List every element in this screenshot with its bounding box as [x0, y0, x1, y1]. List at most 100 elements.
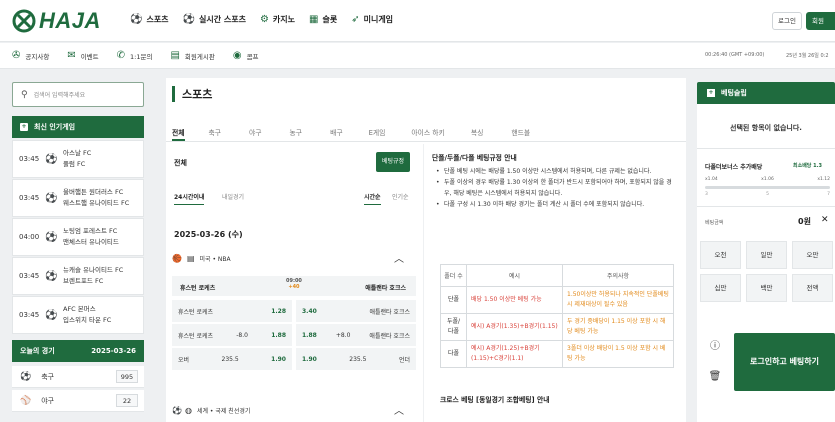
- today-sport-row[interactable]: ⚽ 축구 995: [12, 366, 144, 388]
- chip-1000000[interactable]: 백만: [746, 274, 787, 302]
- search-icon: ⚲: [21, 89, 28, 100]
- tab-icehockey[interactable]: 아이스 하키: [411, 120, 444, 141]
- rocket-icon: ➶: [351, 14, 360, 25]
- rule-item: 두폴 이상의 경우 배당률 1.30 이상의 한 폴더가 반드시 포함되어야 하…: [436, 177, 678, 199]
- odds-handicap-home[interactable]: 휴스턴 로케츠 -8.0 1.88: [172, 324, 292, 346]
- clock-date: 25년 3월 26일 0:2: [786, 53, 829, 59]
- sport-tabs: 전체 축구 야구 농구 배구 E게임 아이스 하키 복싱 핸드볼: [166, 120, 686, 142]
- join-button[interactable]: 회원: [806, 12, 835, 30]
- chip-50000[interactable]: 오만: [792, 241, 833, 269]
- league-label[interactable]: ⚽ ◍ 세계 • 국제 친선경기: [172, 406, 250, 415]
- popular-match[interactable]: 03:45 ⚽ 아스날 FC 풀럼 FC: [12, 140, 144, 178]
- popular-match[interactable]: 03:45 ⚽ 뉴캐슬 유나이티드 FC 브렌트포드 FC: [12, 257, 144, 295]
- page-title: 스포츠: [172, 86, 212, 102]
- odds-over[interactable]: 오버 235.5 1.90: [172, 348, 292, 370]
- chevron-up-icon[interactable]: ︿: [394, 402, 404, 417]
- main-nav: ⚽ 스포츠 ⚽ 실시간 스포츠 ⚙ 카지노 ▦ 슬롯 ➶ 미니게임: [130, 14, 407, 25]
- top-bar: HAJA ⚽ 스포츠 ⚽ 실시간 스포츠 ⚙ 카지노 ▦ 슬롯 ➶ 미니게임 로그인 회원: [0, 0, 835, 42]
- filter-time[interactable]: 시간순: [364, 192, 381, 205]
- today-header: 오늘의 경기 2025-03-26: [12, 340, 144, 362]
- soccer-ball-icon: ⚽: [172, 406, 182, 415]
- left-sidebar: ⚲ 검색어 입력해주세요 + 최신 인기게임 03:45 ⚽ 아스날 FC 풀럼 …: [8, 78, 148, 422]
- info-icon[interactable]: ⓘ: [700, 337, 730, 357]
- bonus-slider[interactable]: [705, 186, 830, 189]
- odds-row: 휴스턴 로케츠 -8.0 1.88 1.88 +8.0 애틀랜타 호크스: [172, 324, 416, 346]
- sub-event[interactable]: ✉ 이벤트: [67, 50, 98, 61]
- divider: [697, 206, 835, 207]
- chip-5000[interactable]: 오천: [700, 241, 741, 269]
- bet-slip-body: 선택된 항목이 없습니다. 다폴더보너스 추가배당 최소배당 1.3 x1.04…: [697, 104, 835, 422]
- main-panel: 스포츠 전체 축구 야구 농구 배구 E게임 아이스 하키 복싱 핸드볼 전체 …: [166, 78, 686, 422]
- odds-handicap-away[interactable]: 1.88 +8.0 애틀랜타 호크스: [296, 324, 416, 346]
- tab-volleyball[interactable]: 배구: [330, 120, 343, 141]
- soccer-ball-icon: ⚽: [45, 309, 58, 321]
- odds-row: 휴스턴 로케츠 1.28 3.40 애틀랜타 호크스: [172, 300, 416, 322]
- login-button[interactable]: 로그인: [772, 12, 802, 30]
- search-input[interactable]: ⚲ 검색어 입력해주세요: [12, 82, 144, 107]
- odds-row: 오버 235.5 1.90 1.90 235.5 언더: [172, 348, 416, 370]
- chevron-up-icon[interactable]: ︿: [394, 250, 404, 265]
- popular-match[interactable]: 03:45 ⚽ AFC 본머스 입스위치 타운 FC: [12, 296, 144, 334]
- rules-list: 단폴 베팅 시에는 배당률 1.50 이상만 시스템에서 허용되며, 다른 규제…: [436, 166, 678, 210]
- nav-casino[interactable]: ⚙ 카지노: [260, 14, 295, 25]
- table-row: 다폴 예시) A경기(1.25)+B경기(1.15)+C경기(1.1) 3폴더 …: [440, 340, 674, 368]
- tab-soccer[interactable]: 축구: [209, 120, 222, 141]
- close-icon[interactable]: ✕: [821, 215, 829, 225]
- nav-minigame[interactable]: ➶ 미니게임: [351, 14, 393, 25]
- filter-popular[interactable]: 인기순: [392, 192, 409, 201]
- popular-match[interactable]: 03:45 ⚽ 울버햄튼 원더러스 FC 웨스트햄 유나이티드 FC: [12, 179, 144, 217]
- rule-item: 다폴 구성 시 1.30 이하 배당 경기는 폴더 계산 시 폴더 수에 포함되…: [436, 199, 678, 210]
- nav-slot[interactable]: ▦ 슬롯: [309, 14, 337, 25]
- trash-icon[interactable]: 🗑: [700, 367, 730, 387]
- bet-rule-button[interactable]: 베팅규정: [376, 152, 410, 172]
- league-label[interactable]: 🏀 ▤ 미국 • NBA: [172, 254, 231, 263]
- odds-home[interactable]: 휴스턴 로케츠 1.28: [172, 300, 292, 322]
- nav-sports[interactable]: ⚽ 스포츠: [130, 14, 169, 25]
- coin-icon: ◉: [232, 50, 242, 61]
- tab-egame[interactable]: E게임: [369, 120, 386, 141]
- soccer-ball-icon: ⚽: [45, 153, 58, 165]
- logo-text: HAJA: [39, 8, 101, 33]
- bonus-values: x1.04 x1.06 x1.12: [705, 177, 830, 182]
- tab-basketball[interactable]: 농구: [290, 120, 303, 141]
- tab-baseball[interactable]: 야구: [249, 120, 262, 141]
- today-sport-row[interactable]: ⚾ 야구 22: [12, 390, 144, 412]
- sub-inquiry[interactable]: ✆ 1:1문의: [117, 50, 153, 61]
- filter-tomorrow[interactable]: 내일경기: [222, 192, 244, 201]
- soccer-ball-icon: ⚽: [20, 371, 32, 382]
- nav-live-sports[interactable]: ⚽ 실시간 스포츠: [183, 14, 246, 25]
- soccer-ball-icon: ⚽: [45, 192, 58, 204]
- plus-icon: +: [20, 123, 28, 131]
- rules-title: 단폴/두폴/다폴 베팅규정 안내: [432, 154, 517, 162]
- chip-all[interactable]: 전액: [792, 274, 833, 302]
- board-icon: ▤: [170, 50, 180, 61]
- slot-icon: ▦: [309, 14, 319, 25]
- amount-label: 베팅금액: [705, 220, 724, 226]
- bonus-min: 최소배당 1.3: [793, 163, 822, 169]
- chat-icon: ✆: [116, 50, 126, 61]
- sub-board[interactable]: ▤ 회원게시판: [170, 50, 214, 61]
- filter-24h[interactable]: 24시간이내: [174, 192, 205, 205]
- sub-notice[interactable]: ✇ 공지사항: [12, 50, 49, 61]
- table-row: 두폴/다폴 예시) A경기(1.35)+B경기(1.15) 두 경기 중배당이 …: [440, 313, 674, 341]
- tab-handball[interactable]: 핸드볼: [511, 120, 530, 141]
- chip-100000[interactable]: 십만: [700, 274, 741, 302]
- chip-10000[interactable]: 일만: [746, 241, 787, 269]
- amount-value: 0원: [798, 217, 811, 226]
- bet-rules-panel: 단폴/두폴/다폴 베팅규정 안내 단폴 베팅 시에는 배당률 1.50 이상만 …: [428, 144, 686, 422]
- sub-comp[interactable]: ◉ 콤프: [233, 50, 259, 61]
- logo-icon: [12, 9, 36, 33]
- login-bet-button[interactable]: 로그인하고 베팅하기: [734, 333, 835, 391]
- tab-all[interactable]: 전체: [172, 120, 185, 141]
- tab-boxing[interactable]: 복싱: [471, 120, 484, 141]
- match-date: 2025-03-26 (수): [174, 230, 243, 239]
- soccer-ball-icon: ⚽: [182, 14, 195, 25]
- logo[interactable]: HAJA: [12, 8, 101, 34]
- clock-time: 00:26:40 (GMT +09:00): [705, 52, 765, 58]
- odds-under[interactable]: 1.90 235.5 언더: [296, 348, 416, 370]
- plus-icon: +: [707, 89, 715, 97]
- divider: [697, 148, 835, 149]
- odds-away[interactable]: 3.40 애틀랜타 호크스: [296, 300, 416, 322]
- bonus-ticks: 3 5 7: [705, 192, 830, 197]
- popular-match[interactable]: 04:00 ⚽ 노팅엄 포레스트 FC 맨체스터 유나이티드: [12, 218, 144, 256]
